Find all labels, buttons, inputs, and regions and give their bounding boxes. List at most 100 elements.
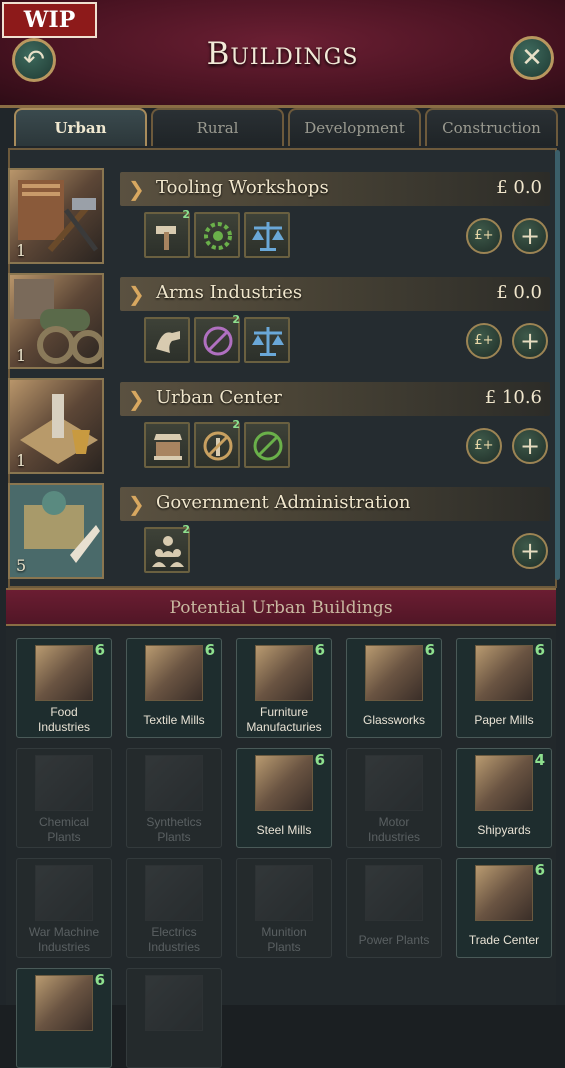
building-image[interactable]: 1 — [8, 378, 104, 474]
potential-building-card[interactable]: 6 Paper Mills — [456, 638, 552, 738]
potential-building-card[interactable]: Chemical Plants — [16, 748, 112, 848]
method-count: 2 — [232, 418, 240, 431]
building-name: Munition Plants — [261, 925, 307, 954]
expand-button[interactable]: + — [512, 218, 548, 254]
scrollbar[interactable] — [555, 150, 560, 580]
tab-construction[interactable]: Construction — [425, 108, 558, 146]
available-count: 6 — [424, 641, 435, 659]
building-thumbnail — [475, 865, 533, 921]
increase-funding-button[interactable]: £+ — [466, 428, 502, 464]
production-method[interactable] — [144, 422, 190, 468]
available-count: 6 — [94, 971, 105, 989]
potential-building-card[interactable]: 4 Shipyards — [456, 748, 552, 848]
building-row: 1 ❯ Tooling Workshops £ 0.0 2 £+ + — [8, 160, 550, 264]
building-cash: £ 0.0 — [496, 282, 542, 303]
method-count: 2 — [232, 313, 240, 326]
tab-rural[interactable]: Rural — [151, 108, 284, 146]
production-method[interactable] — [244, 212, 290, 258]
building-name: Chemical Plants — [38, 815, 89, 844]
expand-button[interactable]: + — [512, 428, 548, 464]
tab-bar: Urban Rural Development Construction — [8, 108, 558, 148]
potential-buildings-header: Potential Urban Buildings — [6, 588, 556, 626]
building-cash: £ 0.0 — [496, 177, 542, 198]
building-name: Paper Mills — [474, 713, 534, 727]
building-cash: £ 10.6 — [484, 387, 542, 408]
building-thumbnail — [475, 645, 533, 701]
building-name: War Machine Industries — [28, 925, 100, 954]
market-stall-icon — [154, 434, 182, 460]
method-count: 2 — [182, 523, 190, 536]
building-thumbnail — [145, 975, 203, 1031]
building-level: 1 — [16, 451, 27, 470]
building-header[interactable]: ❯ Tooling Workshops £ 0.0 — [120, 172, 550, 206]
available-count: 6 — [534, 641, 545, 659]
potential-building-card[interactable]: 6 — [16, 968, 112, 1068]
section-title: Potential Urban Buildings — [169, 598, 393, 618]
tab-urban[interactable]: Urban — [14, 108, 147, 146]
building-name: Power Plants — [358, 933, 430, 947]
potential-building-card[interactable]: Motor Industries — [346, 748, 442, 848]
production-method[interactable]: 2 — [144, 523, 190, 573]
tab-development[interactable]: Development — [288, 108, 421, 146]
building-thumbnail — [35, 975, 93, 1031]
building-thumbnail — [475, 755, 533, 811]
building-name: Textile Mills — [143, 713, 205, 727]
building-header[interactable]: ❯ Arms Industries £ 0.0 — [120, 277, 550, 311]
scales-icon — [252, 222, 284, 251]
potential-building-card[interactable]: Electrics Industries — [126, 858, 222, 958]
building-level: 5 — [16, 556, 27, 575]
building-thumbnail — [255, 755, 313, 811]
production-method[interactable]: 2 — [194, 313, 240, 363]
close-button[interactable]: ✕ — [510, 36, 554, 80]
increase-funding-button[interactable]: £+ — [466, 218, 502, 254]
expand-button[interactable]: + — [512, 323, 548, 359]
production-method[interactable] — [194, 212, 240, 258]
available-count: 4 — [534, 751, 545, 769]
potential-building-card[interactable] — [126, 968, 222, 1068]
available-count: 6 — [94, 641, 105, 659]
available-count: 6 — [314, 641, 325, 659]
chevron-right-icon[interactable]: ❯ — [128, 492, 145, 516]
potential-building-card[interactable]: Synthetics Plants — [126, 748, 222, 848]
building-image[interactable]: 1 — [8, 273, 104, 369]
potential-building-card[interactable]: 6 Food Industries — [16, 638, 112, 738]
building-thumbnail — [35, 645, 93, 701]
increase-funding-button[interactable]: £+ — [466, 323, 502, 359]
potential-building-card[interactable]: Munition Plants — [236, 858, 332, 958]
gear-icon — [204, 222, 232, 250]
building-header[interactable]: ❯ Urban Center £ 10.6 — [120, 382, 550, 416]
building-thumbnail — [365, 755, 423, 811]
chevron-right-icon[interactable]: ❯ — [128, 282, 145, 306]
page-title: Buildings — [206, 36, 359, 72]
building-header[interactable]: ❯ Government Administration — [120, 487, 550, 521]
building-name: Glassworks — [362, 713, 425, 727]
building-thumbnail — [145, 865, 203, 921]
potential-building-card[interactable]: Power Plants — [346, 858, 442, 958]
building-name: Electrics Industries — [147, 925, 201, 954]
available-count: 6 — [534, 861, 545, 879]
production-method[interactable] — [244, 422, 290, 468]
production-method[interactable] — [144, 317, 190, 363]
building-row: 1 ❯ Arms Industries £ 0.0 2 £+ + — [8, 265, 550, 369]
potential-building-card[interactable]: 6 Glassworks — [346, 638, 442, 738]
building-level: 1 — [16, 346, 27, 365]
potential-building-card[interactable]: War Machine Industries — [16, 858, 112, 958]
chevron-right-icon[interactable]: ❯ — [128, 177, 145, 201]
building-name: Steel Mills — [256, 823, 312, 837]
production-method[interactable]: 2 — [144, 208, 190, 258]
hammer-icon — [156, 226, 176, 250]
expand-button[interactable]: + — [512, 533, 548, 569]
building-image[interactable]: 5 — [8, 483, 104, 579]
chevron-right-icon[interactable]: ❯ — [128, 387, 145, 411]
back-button[interactable]: ↶ — [12, 38, 56, 82]
production-method[interactable]: 2 — [194, 418, 240, 468]
building-image[interactable]: 1 — [8, 168, 104, 264]
building-thumbnail — [255, 645, 313, 701]
potential-building-card[interactable]: 6 Textile Mills — [126, 638, 222, 738]
potential-building-card[interactable]: 6 Trade Center — [456, 858, 552, 958]
potential-building-card[interactable]: 6 Steel Mills — [236, 748, 332, 848]
disabled-icon — [203, 326, 233, 356]
potential-building-card[interactable]: 6 Furniture Manufacturies — [236, 638, 332, 738]
building-level: 1 — [16, 241, 27, 260]
production-method[interactable] — [244, 317, 290, 363]
